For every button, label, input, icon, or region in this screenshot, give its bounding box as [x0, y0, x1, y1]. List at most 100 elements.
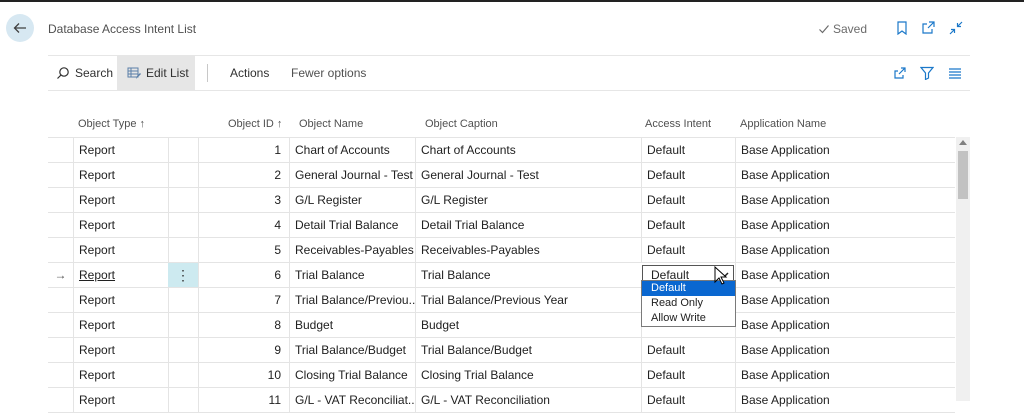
cell-object-id[interactable]: 5: [198, 238, 289, 262]
cell-application-name[interactable]: Base Application: [735, 138, 955, 162]
collapse-button[interactable]: [948, 20, 964, 36]
search-button[interactable]: Search: [56, 56, 113, 90]
dropdown-option-allow-write[interactable]: Allow Write: [642, 311, 735, 326]
bookmark-button[interactable]: [894, 20, 910, 36]
list-view-button[interactable]: [947, 65, 963, 81]
cell-object-name[interactable]: General Journal - Test: [289, 163, 415, 187]
table-row[interactable]: Report 3 G/L Register G/L Register Defau…: [48, 188, 955, 213]
cell-object-type[interactable]: Report: [73, 313, 168, 337]
cell-object-id[interactable]: 9: [198, 338, 289, 362]
column-header-access-intent[interactable]: Access Intent: [645, 118, 711, 130]
cell-object-type[interactable]: Report: [73, 138, 168, 162]
cell-object-type[interactable]: Report: [73, 213, 168, 237]
vertical-scrollbar[interactable]: [956, 137, 970, 401]
cell-object-id[interactable]: 3: [198, 188, 289, 212]
cell-object-name[interactable]: Trial Balance/Budget: [289, 338, 415, 362]
cell-object-id[interactable]: 2: [198, 163, 289, 187]
cell-object-name[interactable]: Detail Trial Balance: [289, 213, 415, 237]
table-row[interactable]: Report 5 Receivables-Payables Receivable…: [48, 238, 955, 263]
dropdown-option-read-only[interactable]: Read Only: [642, 296, 735, 311]
cell-object-name[interactable]: Chart of Accounts: [289, 138, 415, 162]
cell-application-name[interactable]: Base Application: [735, 238, 955, 262]
list-view-icon: [949, 68, 961, 79]
cell-access-intent[interactable]: Default: [641, 388, 735, 412]
cell-object-type[interactable]: Report: [73, 288, 168, 312]
cell-application-name[interactable]: Base Application: [735, 163, 955, 187]
cell-object-id[interactable]: 11: [198, 388, 289, 412]
cell-object-caption[interactable]: General Journal - Test: [415, 163, 641, 187]
cell-application-name[interactable]: Base Application: [735, 388, 955, 412]
cell-object-type[interactable]: Report: [73, 263, 168, 287]
cell-object-caption[interactable]: Chart of Accounts: [415, 138, 641, 162]
cell-application-name[interactable]: Base Application: [735, 313, 955, 337]
cell-object-id[interactable]: 10: [198, 363, 289, 387]
open-new-window-button[interactable]: [920, 20, 936, 36]
table-row[interactable]: Report 9 Trial Balance/Budget Trial Bala…: [48, 338, 955, 363]
back-button[interactable]: [6, 14, 34, 42]
share-button[interactable]: [892, 65, 908, 81]
table-row[interactable]: Report 2 General Journal - Test General …: [48, 163, 955, 188]
cell-object-type[interactable]: Report: [73, 188, 168, 212]
cell-object-id[interactable]: 1: [198, 138, 289, 162]
fewer-options-button[interactable]: Fewer options: [291, 56, 366, 90]
column-header-object-caption[interactable]: Object Caption: [425, 118, 498, 130]
cell-access-intent[interactable]: Default: [641, 338, 735, 362]
row-more-options-button[interactable]: ⋮: [168, 263, 198, 287]
cell-object-id[interactable]: 6: [198, 263, 289, 287]
filter-button[interactable]: [919, 65, 935, 81]
cell-object-id[interactable]: 7: [198, 288, 289, 312]
table-row[interactable]: Report 1 Chart of Accounts Chart of Acco…: [48, 138, 955, 163]
cell-object-name[interactable]: Closing Trial Balance: [289, 363, 415, 387]
cell-object-type[interactable]: Report: [73, 338, 168, 362]
cell-object-caption[interactable]: Trial Balance: [415, 263, 641, 287]
table-row-selected[interactable]: → Report ⋮ 6 Trial Balance Trial Balance…: [48, 263, 955, 288]
cell-access-intent[interactable]: Default: [641, 188, 735, 212]
cell-object-name[interactable]: Budget: [289, 313, 415, 337]
cell-application-name[interactable]: Base Application: [735, 213, 955, 237]
column-header-object-id[interactable]: Object ID ↑: [228, 118, 282, 130]
cell-object-caption[interactable]: Trial Balance/Previous Year: [415, 288, 641, 312]
cell-object-caption[interactable]: Detail Trial Balance: [415, 213, 641, 237]
cell-application-name[interactable]: Base Application: [735, 338, 955, 362]
cell-object-name[interactable]: Trial Balance/Previou...: [289, 288, 415, 312]
cell-access-intent[interactable]: Default: [641, 163, 735, 187]
data-grid: Report 1 Chart of Accounts Chart of Acco…: [48, 137, 955, 413]
scroll-up-arrow-icon[interactable]: [959, 140, 967, 145]
cell-access-intent[interactable]: Default: [641, 138, 735, 162]
cell-object-type[interactable]: Report: [73, 238, 168, 262]
cell-object-caption[interactable]: Budget: [415, 313, 641, 337]
column-header-object-type[interactable]: Object Type ↑: [78, 118, 145, 130]
cell-object-type[interactable]: Report: [73, 163, 168, 187]
cell-object-type[interactable]: Report: [73, 363, 168, 387]
cell-object-name[interactable]: Receivables-Payables: [289, 238, 415, 262]
table-row[interactable]: Report 10 Closing Trial Balance Closing …: [48, 363, 955, 388]
cell-object-type[interactable]: Report: [73, 388, 168, 412]
cell-access-intent[interactable]: Default: [641, 238, 735, 262]
cell-object-id[interactable]: 4: [198, 213, 289, 237]
column-header-object-name[interactable]: Object Name: [299, 118, 363, 130]
cell-application-name[interactable]: Base Application: [735, 288, 955, 312]
cell-object-name[interactable]: G/L Register: [289, 188, 415, 212]
cell-object-name[interactable]: Trial Balance: [289, 263, 415, 287]
cell-object-id[interactable]: 8: [198, 313, 289, 337]
cell-object-caption[interactable]: G/L Register: [415, 188, 641, 212]
table-row[interactable]: Report 4 Detail Trial Balance Detail Tri…: [48, 213, 955, 238]
cell-object-caption[interactable]: G/L - VAT Reconciliation: [415, 388, 641, 412]
cell-object-caption[interactable]: Closing Trial Balance: [415, 363, 641, 387]
edit-list-button[interactable]: Edit List: [117, 56, 195, 90]
mouse-cursor-icon: [714, 265, 728, 291]
cell-object-name[interactable]: G/L - VAT Reconciliat...: [289, 388, 415, 412]
cell-row-actions: [168, 338, 198, 362]
cell-application-name[interactable]: Base Application: [735, 363, 955, 387]
cell-application-name[interactable]: Base Application: [735, 263, 955, 287]
cell-application-name[interactable]: Base Application: [735, 188, 955, 212]
table-row[interactable]: Report 7 Trial Balance/Previou... Trial …: [48, 288, 955, 313]
column-header-application-name[interactable]: Application Name: [740, 118, 826, 130]
cell-object-caption[interactable]: Receivables-Payables: [415, 238, 641, 262]
cell-object-caption[interactable]: Trial Balance/Budget: [415, 338, 641, 362]
cell-access-intent[interactable]: Default: [641, 213, 735, 237]
cell-access-intent[interactable]: Default: [641, 363, 735, 387]
table-row[interactable]: Report 8 Budget Budget Base Application: [48, 313, 955, 338]
scrollbar-thumb[interactable]: [958, 151, 968, 199]
actions-menu[interactable]: Actions: [230, 56, 269, 90]
